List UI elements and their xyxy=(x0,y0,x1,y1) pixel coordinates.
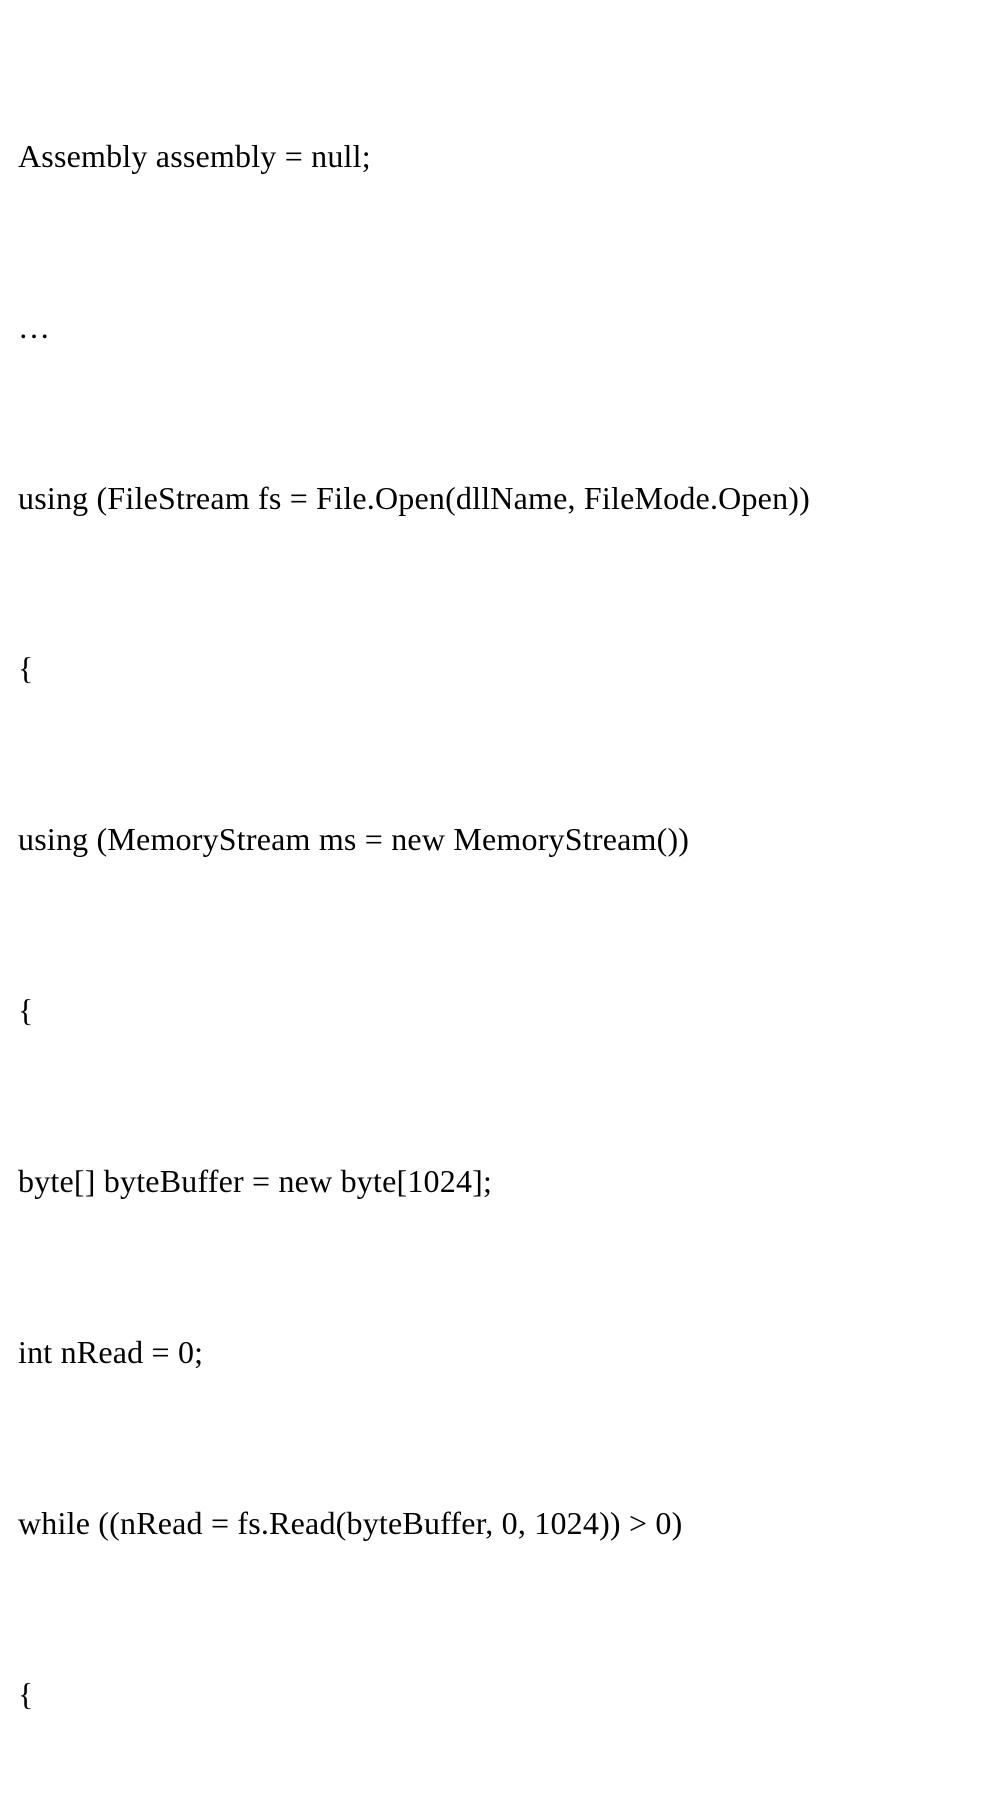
code-line: Assembly assembly = null; xyxy=(18,128,982,185)
code-line: … xyxy=(18,299,982,356)
code-line: { xyxy=(18,982,982,1039)
code-line: while ((nRead = fs.Read(byteBuffer, 0, 1… xyxy=(18,1495,982,1552)
code-line: { xyxy=(18,1666,982,1723)
code-line: using (FileStream fs = File.Open(dllName… xyxy=(18,470,982,527)
code-snippet: Assembly assembly = null; … using (FileS… xyxy=(18,14,982,1812)
code-line: byte[] byteBuffer = new byte[1024]; xyxy=(18,1153,982,1210)
code-line: int nRead = 0; xyxy=(18,1324,982,1381)
code-line: { xyxy=(18,640,982,697)
code-line: using (MemoryStream ms = new MemoryStrea… xyxy=(18,811,982,868)
